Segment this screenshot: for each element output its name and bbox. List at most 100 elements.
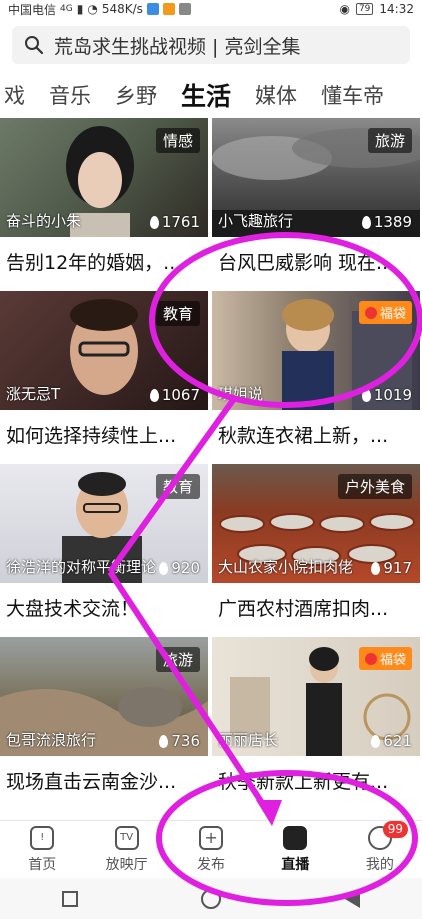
- tab-dongchedi[interactable]: 懂车帝: [309, 80, 396, 110]
- live-card[interactable]: 情感 奋斗的小朱 1761 告别12年的婚姻，...: [0, 118, 208, 290]
- flame-icon: [361, 215, 371, 229]
- card-title: 如何选择持续性上...: [6, 425, 177, 447]
- flame-icon: [149, 388, 159, 402]
- flame-icon: [361, 388, 371, 402]
- notification-badge: 99: [382, 821, 409, 838]
- lucky-bag-icon: [364, 306, 377, 319]
- nav-label: 直播: [281, 856, 310, 873]
- card-title: 秋季新款上新更有...: [218, 771, 389, 793]
- live-card[interactable]: 教育 涨无忌T 1067 如何选择持续性上...: [0, 291, 208, 463]
- category-tag: 旅游: [367, 128, 412, 153]
- home-button[interactable]: [201, 888, 222, 909]
- nav-home[interactable]: ! 首页: [0, 821, 84, 878]
- streamer-name: 包哥流浪旅行: [6, 731, 97, 749]
- thumbnail: 福袋 丽丽店长 621: [212, 637, 420, 756]
- heat-count: 917: [371, 559, 412, 577]
- heat-count: 1067: [149, 386, 200, 404]
- lucky-bag-badge: 福袋: [358, 647, 412, 670]
- live-card[interactable]: 福袋 琪姐说 1019 秋款连衣裙上新，...: [212, 291, 420, 463]
- thumbnail: 旅游 小飞趣旅行 1389: [212, 118, 420, 237]
- streamer-name: 涨无忌T: [6, 385, 61, 403]
- card-title: 现场直击云南金沙...: [6, 771, 177, 793]
- streamer-name: 奋斗的小朱: [6, 212, 82, 230]
- camera-icon: [283, 825, 308, 850]
- live-card[interactable]: 户外美食 大山农家小院扣肉佬 917 广西农村酒席扣肉...: [212, 464, 420, 636]
- nav-theater[interactable]: TV 放映厅: [84, 821, 168, 878]
- live-card[interactable]: 旅游 小飞趣旅行 1389 台风巴威影响 现在...: [212, 118, 420, 290]
- heat-value: 1019: [373, 386, 412, 404]
- recent-apps-button[interactable]: [61, 890, 78, 907]
- nav-publish[interactable]: + 发布: [169, 821, 253, 878]
- heat-count: 1019: [361, 386, 412, 404]
- tab-music[interactable]: 音乐: [37, 80, 103, 110]
- tab-countryside[interactable]: 乡野: [103, 80, 169, 110]
- live-card[interactable]: 福袋 丽丽店长 621 秋季新款上新更有...: [212, 637, 420, 809]
- live-card[interactable]: 教育 徐浩洋的对称平衡理论 920 大盘技术交流！: [0, 464, 208, 636]
- thumbnail: 福袋 琪姐说 1019: [212, 291, 420, 410]
- thumbnail: 户外美食 大山农家小院扣肉佬 917: [212, 464, 420, 583]
- tv-icon: TV: [114, 825, 139, 850]
- nav-live[interactable]: 直播: [253, 821, 337, 878]
- heat-count: 1761: [149, 213, 200, 231]
- thumbnail: 教育 涨无忌T 1067: [0, 291, 208, 410]
- streamer-name: 琪姐说: [218, 385, 264, 403]
- home-icon: !: [30, 825, 55, 850]
- card-title: 台风巴威影响 现在...: [218, 252, 395, 274]
- lucky-bag-label: 福袋: [379, 653, 406, 668]
- thumbnail: 情感 奋斗的小朱 1761: [0, 118, 208, 237]
- streamer-name: 大山农家小院扣肉佬: [218, 558, 354, 576]
- heat-value: 1761: [161, 213, 200, 231]
- plus-icon: +: [199, 825, 224, 850]
- wifi-icon: ◔: [87, 2, 98, 16]
- flame-icon: [159, 734, 169, 748]
- battery-icon: 79: [355, 3, 374, 15]
- heat-value: 1389: [373, 213, 412, 231]
- heat-value: 917: [383, 559, 412, 577]
- heat-value: 920: [171, 559, 200, 577]
- streamer-name: 丽丽店长: [218, 731, 279, 749]
- search-placeholder: 荒岛求生挑战视频 | 亮剑全集: [54, 35, 301, 58]
- clock: 14:32: [379, 2, 414, 16]
- lucky-bag-label: 福袋: [379, 307, 406, 322]
- flame-icon: [159, 561, 169, 575]
- heat-count: 1389: [361, 213, 412, 231]
- signal-icon: ▮: [76, 2, 84, 16]
- status-bar: 中国电信 4G ▮ ◔ 548K/s ◉ 79 14:32: [0, 0, 422, 18]
- nav-label: 放映厅: [105, 856, 148, 873]
- category-tag: 旅游: [155, 647, 200, 672]
- nav-profile[interactable]: 我的 99: [338, 821, 422, 878]
- net-speed: 548K/s: [101, 2, 143, 16]
- app-icon-2: [162, 3, 175, 15]
- nav-label: 我的: [365, 856, 394, 873]
- flame-icon: [371, 734, 381, 748]
- heat-value: 736: [171, 732, 200, 750]
- heat-count: 621: [371, 732, 412, 750]
- tab-opera[interactable]: 戏: [0, 80, 37, 110]
- heat-value: 621: [383, 732, 412, 750]
- flame-icon: [371, 561, 381, 575]
- thumbnail: 教育 徐浩洋的对称平衡理论 920: [0, 464, 208, 583]
- tab-media[interactable]: 媒体: [243, 80, 309, 110]
- eye-icon: ◉: [339, 2, 350, 16]
- streamer-name: 小飞趣旅行: [218, 212, 294, 230]
- lucky-bag-badge: 福袋: [358, 301, 412, 324]
- card-title: 告别12年的婚姻，...: [6, 252, 182, 274]
- heat-count: 920: [159, 559, 200, 577]
- live-card[interactable]: 旅游 包哥流浪旅行 736 现场直击云南金沙...: [0, 637, 208, 809]
- card-title: 广西农村酒席扣肉...: [218, 598, 389, 620]
- network-type: 4G: [60, 4, 73, 14]
- card-title: 大盘技术交流！: [6, 598, 140, 620]
- flame-icon: [149, 215, 159, 229]
- search-bar[interactable]: 荒岛求生挑战视频 | 亮剑全集: [12, 26, 410, 64]
- carrier-label: 中国电信: [8, 2, 57, 17]
- back-button[interactable]: [345, 889, 361, 908]
- nav-label: 首页: [28, 856, 57, 873]
- category-tag: 情感: [155, 128, 200, 153]
- lucky-bag-icon: [364, 652, 377, 665]
- card-title: 秋款连衣裙上新，...: [218, 425, 389, 447]
- category-tag: 教育: [155, 474, 200, 499]
- nav-label: 发布: [197, 856, 226, 873]
- system-nav-bar: [0, 878, 422, 919]
- bottom-nav: ! 首页 TV 放映厅 + 发布 直播 我的 99: [0, 820, 422, 878]
- tab-life[interactable]: 生活: [169, 77, 243, 113]
